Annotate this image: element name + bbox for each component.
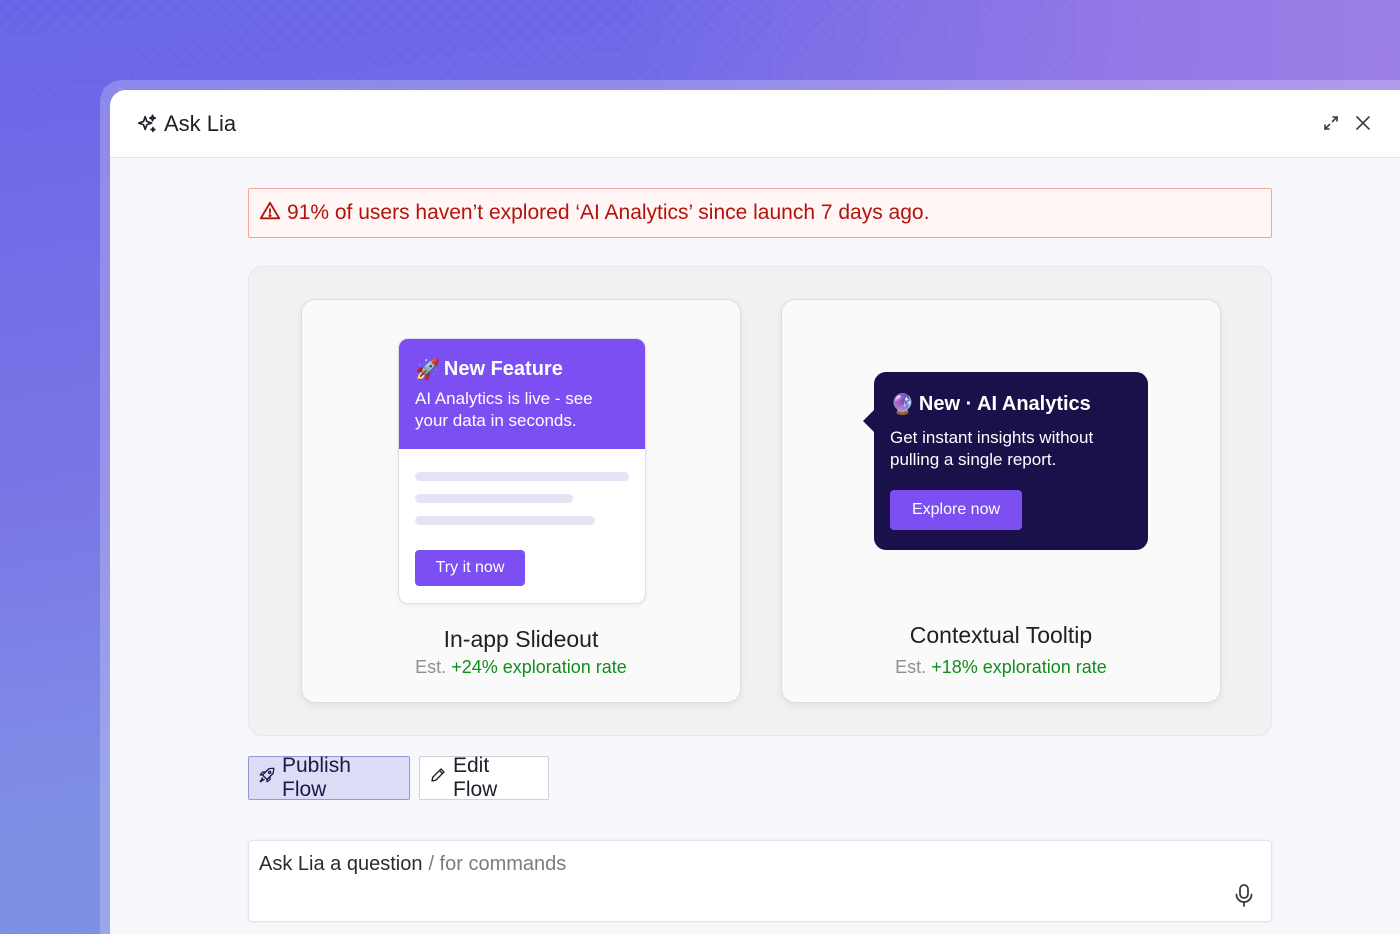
sparkle-icon	[136, 113, 158, 135]
estimate-rate: +18% exploration rate	[931, 657, 1107, 677]
microphone-icon[interactable]	[1233, 883, 1255, 909]
card-label: Contextual Tooltip	[909, 622, 1093, 648]
slideout-title: 🚀 New Feature	[415, 357, 629, 382]
tooltip-preview: 🔮 New · AI Analytics Get instant insight…	[863, 372, 1148, 550]
edit-flow-button[interactable]: Edit Flow	[419, 754, 549, 801]
estimate-prefix: Est.	[415, 657, 447, 677]
estimate-prefix: Est.	[895, 657, 927, 677]
expand-icon[interactable]	[1322, 114, 1340, 132]
card-estimate: Est. +18% exploration rate	[782, 657, 1220, 678]
insight-alert: 91% of users haven’t explored ‘AI Analyt…	[248, 188, 1272, 238]
slideout-header: 🚀 New Feature AI Analytics is live - see…	[399, 339, 645, 449]
publish-flow-button[interactable]: Publish Flow	[248, 754, 410, 801]
slideout-title-text: New Feature	[443, 358, 563, 380]
tooltip-title-text: New · AI Analytics	[918, 393, 1091, 415]
try-it-now-button[interactable]: Try it now	[415, 550, 525, 586]
explore-now-button[interactable]: Explore now	[890, 490, 1022, 530]
ask-commands-hint: / for commands	[428, 853, 567, 875]
skeleton-line	[415, 494, 573, 503]
panel-title: Ask Lia	[164, 110, 237, 136]
tooltip-body: Get instant insights without pulling a s…	[890, 428, 1094, 469]
option-card-tooltip[interactable]: 🔮 New · AI Analytics Get instant insight…	[781, 299, 1221, 703]
ask-placeholder: Ask Lia a question	[259, 853, 423, 875]
crystal-ball-icon: 🔮	[890, 394, 915, 416]
ask-input-box[interactable]: Ask Lia a question / for commands	[248, 840, 1272, 922]
pencil-icon	[429, 766, 447, 790]
rocket-icon	[258, 766, 276, 790]
skeleton-line	[415, 516, 595, 525]
header-actions	[1322, 114, 1372, 132]
warning-icon	[259, 200, 281, 227]
close-icon[interactable]	[1354, 114, 1372, 132]
edit-flow-label: Edit Flow	[453, 754, 498, 801]
ask-lia-panel: Ask Lia 91% of users haven’t explored ‘A…	[110, 90, 1400, 934]
ask-input[interactable]: Ask Lia a question / for commands	[259, 853, 566, 876]
estimate-rate: +24% exploration rate	[451, 657, 627, 677]
option-card-slideout[interactable]: 🚀 New Feature AI Analytics is live - see…	[301, 299, 741, 703]
panel-header: Ask Lia	[110, 90, 1400, 158]
slideout-preview: 🚀 New Feature AI Analytics is live - see…	[398, 338, 646, 604]
flow-actions: Publish Flow Edit Flow	[248, 754, 549, 801]
tooltip-title: 🔮 New · AI Analytics	[890, 392, 1132, 417]
flow-options-area: 🚀 New Feature AI Analytics is live - see…	[248, 266, 1272, 736]
card-estimate: Est. +24% exploration rate	[302, 657, 740, 678]
rocket-icon: 🚀	[415, 359, 440, 381]
slideout-body: AI Analytics is live - see your data in …	[415, 389, 593, 430]
card-label: In-app Slideout	[443, 626, 599, 652]
skeleton-line	[415, 472, 629, 481]
publish-flow-label: Publish Flow	[282, 754, 351, 801]
alert-text: 91% of users haven’t explored ‘AI Analyt…	[287, 201, 930, 224]
